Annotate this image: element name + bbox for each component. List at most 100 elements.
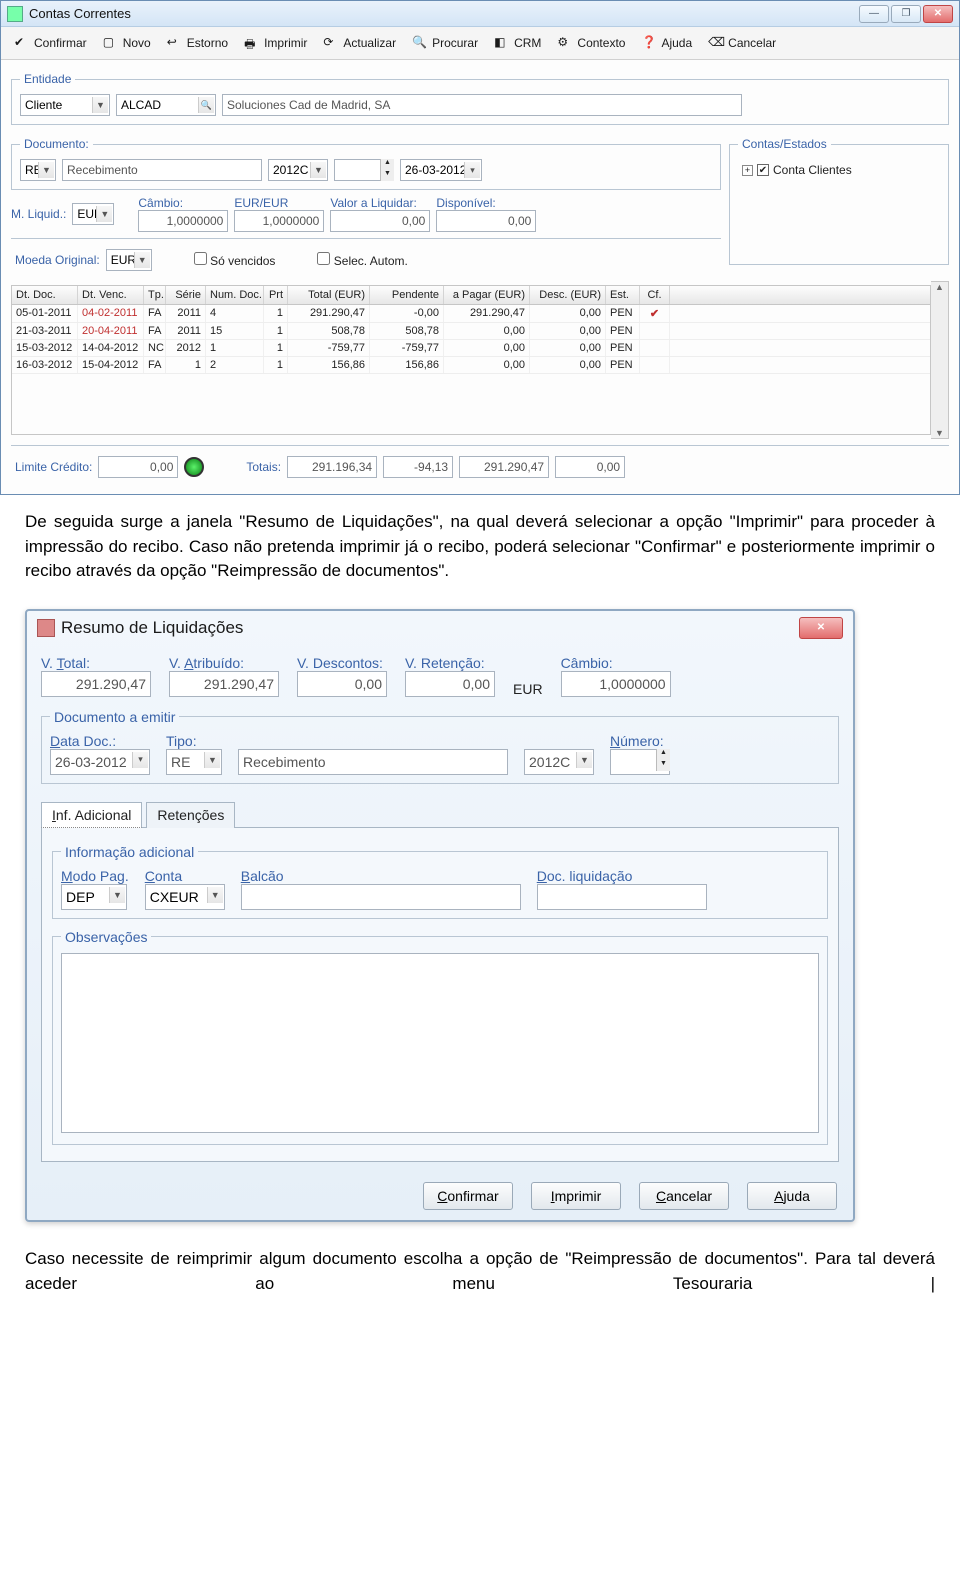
fieldset-totais: Limite Crédito: Totais:	[11, 445, 949, 482]
tab-inf-adicional[interactable]: Inf. Adicional	[41, 802, 142, 828]
vret-label: V. Retenção:	[405, 655, 485, 671]
tab-retencoes[interactable]: Retenções	[146, 802, 235, 828]
moeda-orig[interactable]	[106, 249, 152, 271]
toolbar: ✔Confirmar ▢Novo ↩Estorno 🖶Imprimir ⟳Act…	[1, 27, 959, 60]
table-row[interactable]: 21-03-201120-04-2011FA2011151508,78508,7…	[12, 323, 930, 340]
modo-pag[interactable]	[61, 884, 127, 910]
conta-label: Conta	[145, 868, 182, 884]
dialog-close-button[interactable]: ✕	[799, 617, 843, 639]
entidade-codigo[interactable]	[116, 94, 216, 116]
check-icon: ✔	[650, 308, 659, 320]
valor-liquidar	[330, 210, 430, 232]
vdesc-label: V. Descontos:	[297, 655, 383, 671]
spin-up-icon[interactable]: ▲	[380, 159, 394, 170]
contas-legend: Contas/Estados	[738, 137, 831, 151]
minimize-button[interactable]: —	[859, 5, 889, 23]
entidade-legend: Entidade	[20, 72, 75, 86]
observacoes-textarea[interactable]	[61, 953, 819, 1133]
numero-label: Número:	[610, 733, 664, 749]
cambio-value	[138, 210, 228, 232]
tb-procurar[interactable]: 🔍Procurar	[405, 31, 485, 55]
tb-contexto[interactable]: ⚙Contexto	[550, 31, 632, 55]
tb-ajuda[interactable]: ❓Ajuda	[634, 31, 699, 55]
vret	[405, 671, 495, 697]
tb-novo[interactable]: ▢Novo	[96, 31, 158, 55]
context-icon: ⚙	[557, 35, 573, 51]
grid-documentos[interactable]: Dt. Doc. Dt. Venc. Tp. Série Num. Doc. P…	[11, 285, 931, 435]
spin-up-icon[interactable]: ▲	[656, 749, 670, 760]
vtotal-label: V. Total:	[41, 655, 90, 671]
data-doc[interactable]	[50, 749, 150, 775]
doc-data[interactable]	[400, 159, 482, 181]
tb-cancelar[interactable]: ⌫Cancelar	[701, 31, 783, 55]
doc-tp[interactable]	[20, 159, 56, 181]
titlebar[interactable]: Contas Correntes — ❐ ✕	[1, 1, 959, 27]
balcao-label: Balcão	[241, 868, 284, 884]
table-row[interactable]: 16-03-201215-04-2012FA121156,86156,860,0…	[12, 357, 930, 374]
limite-credito	[98, 456, 178, 478]
docliq-label: Doc. liquidação	[537, 868, 633, 884]
scroll-down-icon[interactable]: ▼	[935, 428, 944, 438]
tipo-desc	[238, 749, 508, 775]
btn-cancelar[interactable]: Cancelar	[639, 1182, 729, 1210]
grid-header: Dt. Doc. Dt. Venc. Tp. Série Num. Doc. P…	[12, 286, 930, 305]
cambio-moeda: EUR	[513, 681, 543, 697]
checkbox-icon[interactable]: ✔	[757, 164, 769, 176]
table-row[interactable]: 05-01-201104-02-2011FA201141291.290,47-0…	[12, 305, 930, 323]
info-ad-legend: Informação adicional	[61, 844, 198, 860]
tb-crm[interactable]: ◧CRM	[487, 31, 548, 55]
tb-estorno[interactable]: ↩Estorno	[160, 31, 235, 55]
valor-liquidar-label: Valor a Liquidar:	[330, 196, 417, 210]
tb-actualizar[interactable]: ⟳Actualizar	[316, 31, 403, 55]
restore-button[interactable]: ❐	[891, 5, 921, 23]
table-row[interactable]: 15-03-201214-04-2012NC201211-759,77-759,…	[12, 340, 930, 357]
tb-confirmar[interactable]: ✔Confirmar	[7, 31, 94, 55]
doc-serie[interactable]	[268, 159, 328, 181]
vatrib	[169, 671, 279, 697]
tree-contas[interactable]: + ✔ Conta Clientes	[738, 159, 940, 181]
cb-so-vencidos[interactable]: Só vencidos	[194, 252, 276, 268]
tipo[interactable]	[166, 749, 222, 775]
fieldset-documento: Documento: ▼ ▼ ▲▼ ▾	[11, 137, 721, 190]
refresh-icon: ⟳	[323, 35, 339, 51]
entidade-nome	[222, 94, 742, 116]
tb-imprimir[interactable]: 🖶Imprimir	[237, 31, 314, 55]
btn-ajuda[interactable]: Ajuda	[747, 1182, 837, 1210]
entidade-tipo[interactable]	[20, 94, 110, 116]
obs-legend: Observações	[61, 929, 151, 945]
scroll-up-icon[interactable]: ▲	[935, 282, 944, 292]
status-light-icon	[184, 457, 204, 477]
window-contas-correntes: Contas Correntes — ❐ ✕ ✔Confirmar ▢Novo …	[0, 0, 960, 495]
cambio	[561, 671, 671, 697]
moeda-orig-label: Moeda Original:	[15, 253, 100, 267]
disponivel	[436, 210, 536, 232]
conta[interactable]	[145, 884, 225, 910]
eureur-label: EUR/EUR	[234, 196, 288, 210]
dialog-titlebar[interactable]: Resumo de Liquidações ✕	[27, 611, 853, 645]
eureur-value	[234, 210, 324, 232]
serie[interactable]	[524, 749, 594, 775]
check-icon: ✔	[14, 35, 30, 51]
balcao[interactable]	[241, 884, 521, 910]
doc-liquidacao[interactable]	[537, 884, 707, 910]
btn-confirmar[interactable]: Confirmar	[423, 1182, 513, 1210]
tree-node-label: Conta Clientes	[773, 163, 852, 177]
fieldset-observacoes: Observações	[52, 929, 828, 1145]
new-icon: ▢	[103, 35, 119, 51]
fieldset-filtro: Moeda Original: ▼ Só vencidos Selec. Aut…	[11, 238, 721, 275]
scrollbar[interactable]: ▲▼	[931, 281, 949, 439]
total-4	[555, 456, 625, 478]
cancel-icon: ⌫	[708, 35, 724, 51]
close-button[interactable]: ✕	[923, 5, 953, 23]
spin-down-icon[interactable]: ▼	[656, 760, 670, 771]
spin-down-icon[interactable]: ▼	[380, 170, 394, 181]
mliquid-label: M. Liquid.:	[11, 207, 66, 221]
crm-icon: ◧	[494, 35, 510, 51]
cb-selec-autom[interactable]: Selec. Autom.	[317, 252, 407, 268]
cambio-label: Câmbio:	[561, 655, 613, 671]
expand-icon[interactable]: +	[742, 165, 753, 176]
modo-pag-label: Modo Pag.	[61, 868, 129, 884]
mliquid-moeda[interactable]	[72, 203, 114, 225]
btn-imprimir[interactable]: Imprimir	[531, 1182, 621, 1210]
tipo-label: Tipo:	[166, 733, 197, 749]
